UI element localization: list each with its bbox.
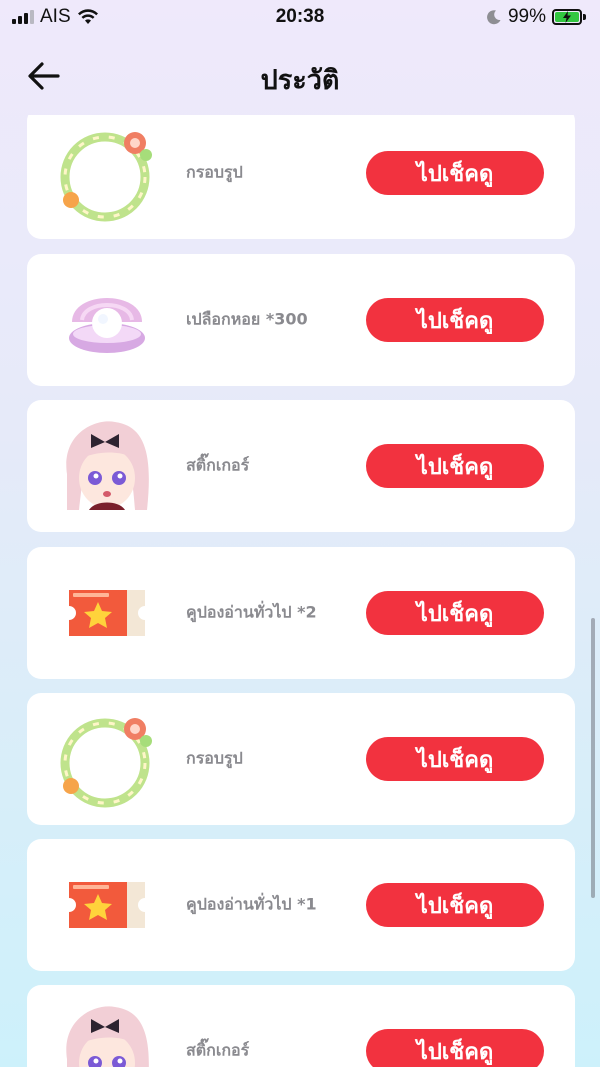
list-item: กรอบรูป ไปเช็คดู [27,115,575,239]
status-left: AIS [12,6,99,28]
anime-girl-sticker-icon [55,414,159,518]
status-right: 99% [486,6,586,28]
item-name: กรอบรูป [186,748,243,768]
list-item: สติ๊กเกอร์ ไปเช็คดู [27,985,575,1067]
item-name: คูปองอ่านทั่วไป *1 [186,894,317,914]
check-button[interactable]: ไปเช็คดู [366,883,544,927]
header: ประวัติ [0,44,600,108]
status-bar: AIS 20:38 99% [0,0,600,34]
item-name: สติ๊กเกอร์ [186,455,250,475]
check-button[interactable]: ไปเช็คดู [366,737,544,781]
list-item: สติ๊กเกอร์ ไปเช็คดู [27,400,575,532]
list-item: คูปองอ่านทั่วไป *1 ไปเช็คดู [27,839,575,971]
frame-ring-icon [55,707,159,811]
battery-icon [552,9,586,25]
item-name: สติ๊กเกอร์ [186,1040,250,1060]
list-item: กรอบรูป ไปเช็คดู [27,693,575,825]
moon-icon [487,10,501,25]
item-name: เปลือกหอย *300 [186,309,308,329]
item-name: กรอบรูป [186,162,243,182]
reward-history-list[interactable]: กรอบรูป ไปเช็คดู เปลือกหอย *300 ไปเช็คดู [0,115,600,1067]
list-item: คูปองอ่านทั่วไป *2 ไปเช็คดู [27,547,575,679]
carrier-label: AIS [40,6,71,27]
frame-ring-icon [55,121,159,225]
check-button[interactable]: ไปเช็คดู [366,444,544,488]
item-name: คูปองอ่านทั่วไป *2 [186,602,317,622]
check-button[interactable]: ไปเช็คดู [366,1029,544,1067]
wifi-icon [77,9,98,24]
pearl-shell-icon [55,268,159,372]
anime-girl-sticker-icon [55,999,159,1067]
cellular-signal-icon [12,10,34,24]
check-button[interactable]: ไปเช็คดู [366,151,544,195]
coupon-ticket-icon [55,853,159,957]
clock: 20:38 [275,6,325,27]
coupon-ticket-icon [55,561,159,665]
page-title: ประวัติ [260,65,340,96]
battery-percent: 99% [507,6,546,27]
check-button[interactable]: ไปเช็คดู [366,591,544,635]
check-button[interactable]: ไปเช็คดู [366,298,544,342]
scrollbar[interactable] [591,618,595,898]
list-item: เปลือกหอย *300 ไปเช็คดู [27,254,575,386]
